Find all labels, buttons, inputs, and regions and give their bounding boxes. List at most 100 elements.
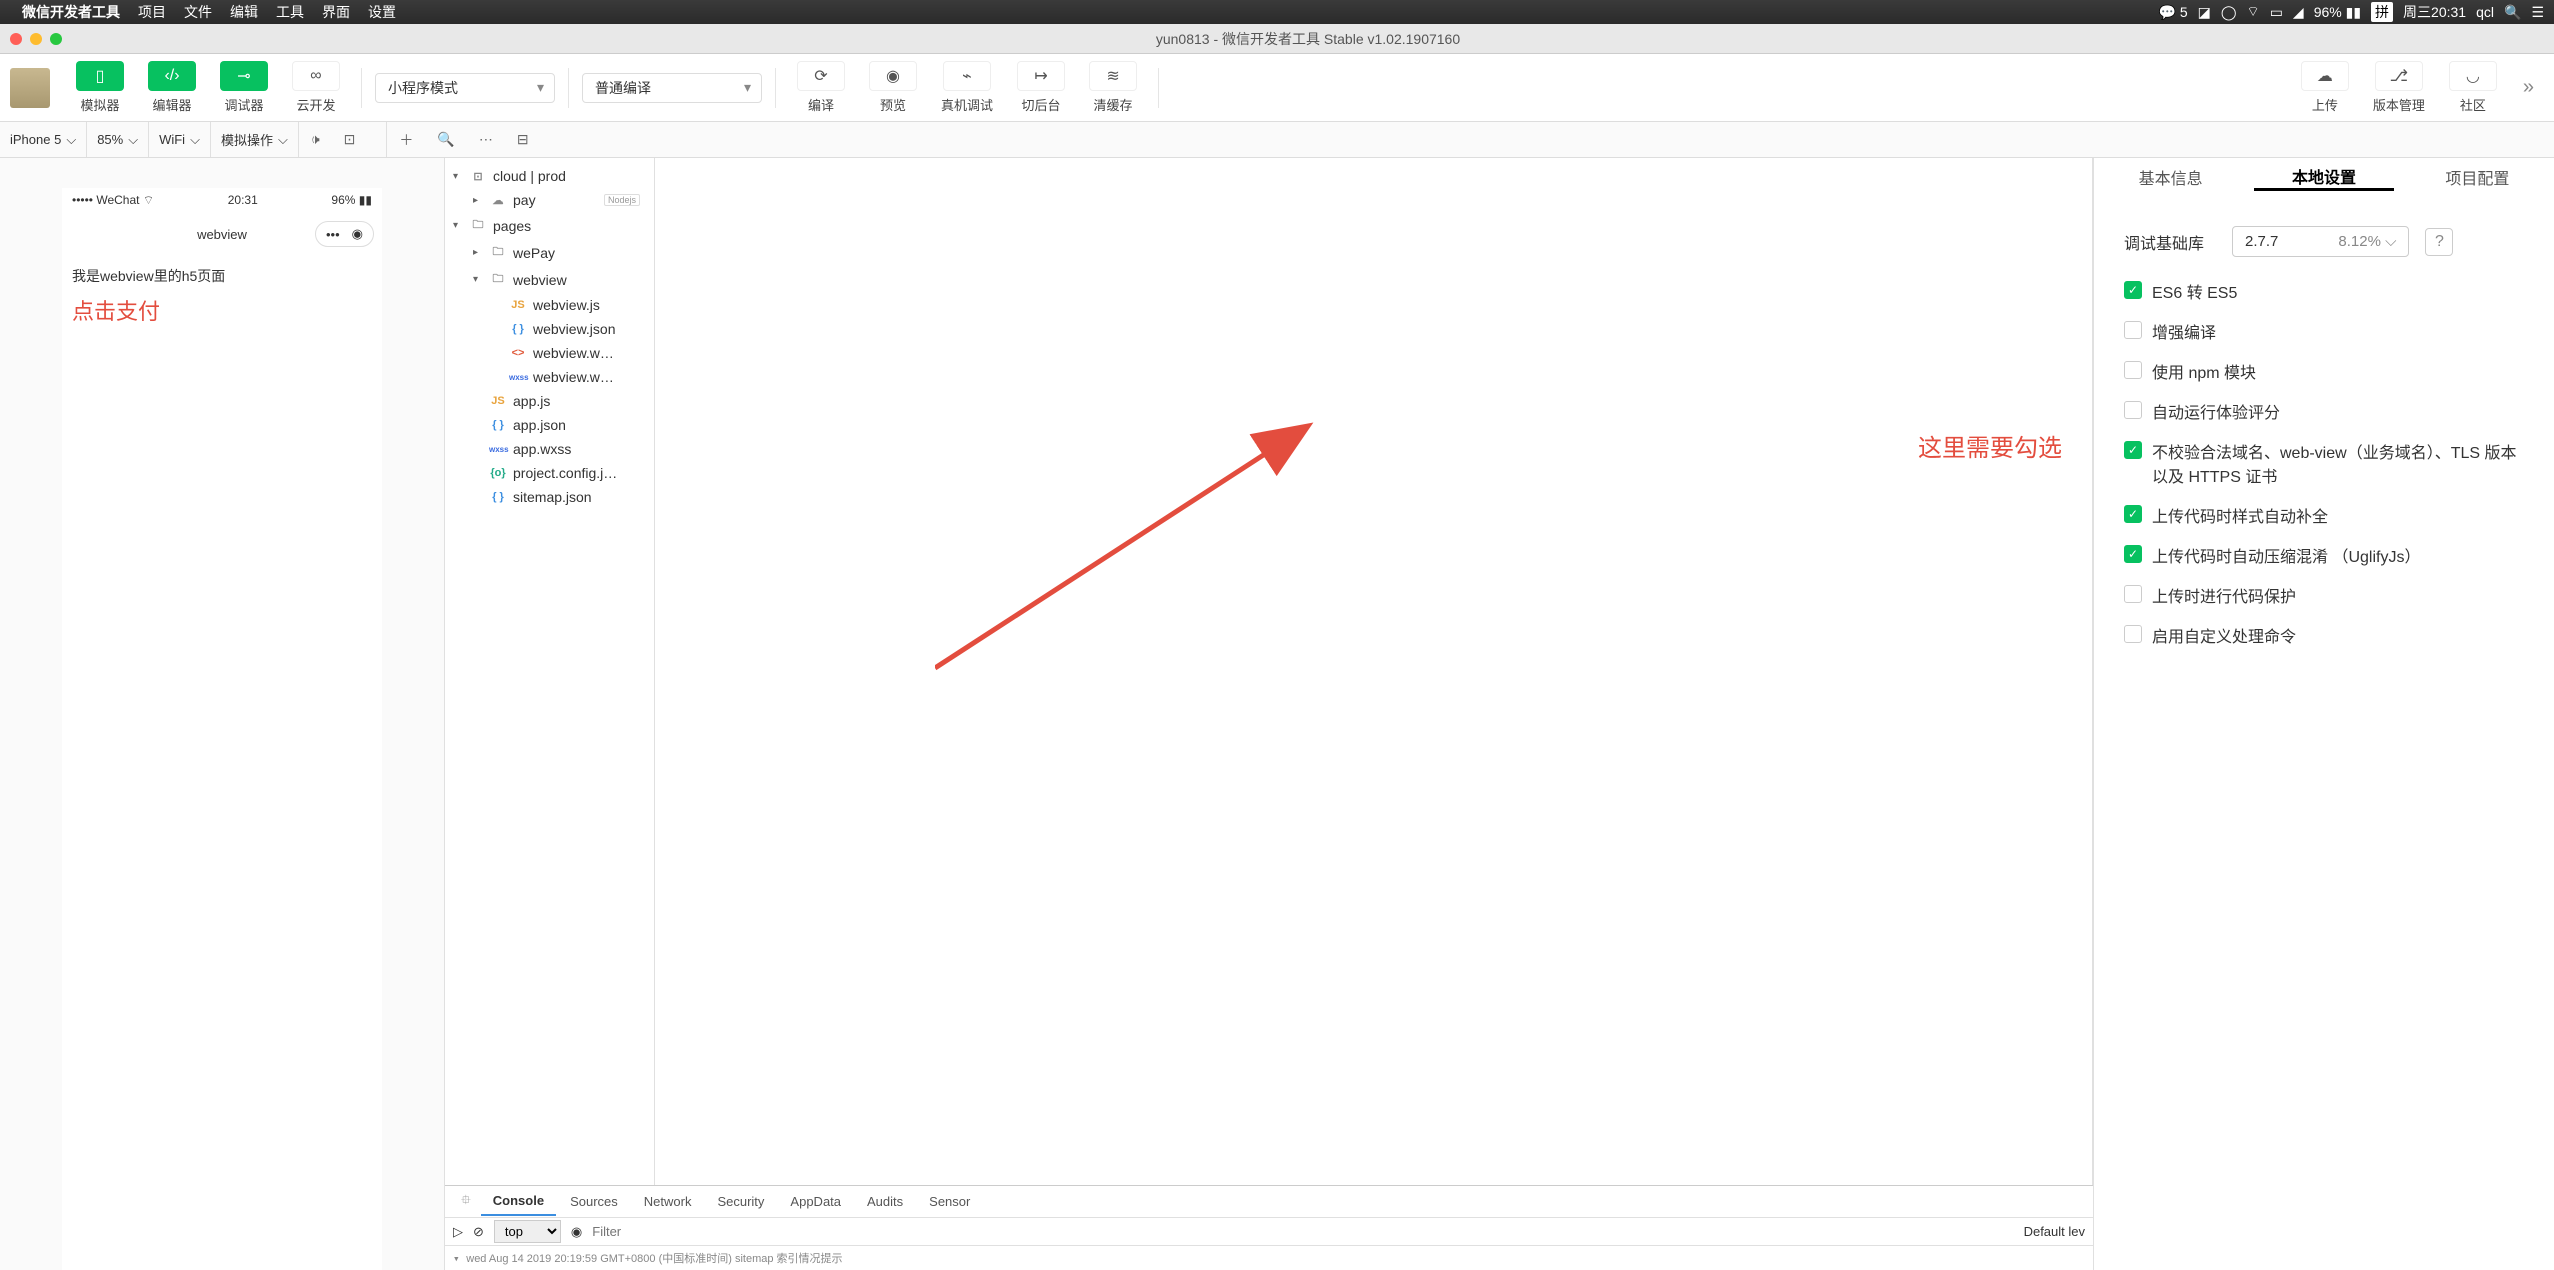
wifi-icon[interactable]: ⌔ (2247, 3, 2260, 21)
setting-check-6[interactable]: ✓上传代码时自动压缩混淆 （UglifyJs） (2124, 543, 2524, 567)
dock-icon[interactable]: ⊡ (332, 131, 368, 148)
preview-button[interactable]: ◉预览 (861, 61, 925, 114)
tab-local-settings[interactable]: 本地设置 (2247, 164, 2400, 201)
add-file-icon[interactable]: ＋ (387, 130, 425, 150)
tab-console[interactable]: Console (481, 1187, 556, 1216)
menu-project[interactable]: 项目 (138, 2, 166, 22)
checkbox-icon[interactable] (2124, 401, 2142, 419)
cloud-dev-button[interactable]: ∞云开发 (284, 61, 348, 114)
background-button[interactable]: ↦切后台 (1009, 61, 1073, 114)
tree-webview-js[interactable]: JSwebview.js (445, 293, 654, 317)
sim-action-select[interactable]: 模拟操作⌵ (211, 122, 299, 157)
tab-audits[interactable]: Audits (855, 1188, 915, 1215)
search-icon[interactable]: 🔍 (425, 131, 466, 148)
maximize-window-button[interactable] (50, 33, 62, 45)
tree-sitemap[interactable]: { }sitemap.json (445, 485, 654, 509)
setting-check-7[interactable]: 上传时进行代码保护 (2124, 583, 2524, 607)
filter-input[interactable] (592, 1224, 2013, 1239)
pay-link[interactable]: 点击支付 (72, 294, 372, 326)
upload-button[interactable]: ☁上传 (2293, 61, 2357, 114)
minimize-window-button[interactable] (30, 33, 42, 45)
tree-pay[interactable]: ▸☁payNodejs (445, 188, 654, 212)
tab-network[interactable]: Network (632, 1188, 704, 1215)
checkbox-icon[interactable]: ✓ (2124, 441, 2142, 459)
setting-check-8[interactable]: 启用自定义处理命令 (2124, 623, 2524, 647)
checkbox-icon[interactable] (2124, 585, 2142, 603)
tab-sources[interactable]: Sources (558, 1188, 630, 1215)
device-select[interactable]: iPhone 5⌵ (0, 122, 87, 157)
mode-select[interactable]: 小程序模式 (375, 73, 555, 103)
wechat-tray-icon[interactable]: 💬 5 (2158, 4, 2187, 21)
settings-icon[interactable]: ⊟ (505, 131, 541, 148)
tray-icon[interactable]: ◪ (2198, 4, 2211, 21)
version-button[interactable]: ⎇版本管理 (2365, 61, 2433, 114)
level-select[interactable]: Default lev (2024, 1224, 2085, 1239)
capsule-menu-icon[interactable]: ••• (326, 227, 340, 242)
setting-check-5[interactable]: ✓上传代码时样式自动补全 (2124, 503, 2524, 527)
menu-edit[interactable]: 编辑 (230, 2, 258, 22)
compile-mode-select[interactable]: 普通编译 (582, 73, 762, 103)
tab-appdata[interactable]: AppData (778, 1188, 853, 1215)
setting-check-4[interactable]: ✓不校验合法域名、web-view（业务域名）、TLS 版本以及 HTTPS 证… (2124, 439, 2524, 487)
tree-app-js[interactable]: JSapp.js (445, 389, 654, 413)
toolbar-more-button[interactable]: » (2513, 76, 2544, 99)
user-name[interactable]: qcl (2476, 4, 2494, 20)
checkbox-icon[interactable] (2124, 361, 2142, 379)
setting-check-2[interactable]: 使用 npm 模块 (2124, 359, 2524, 383)
clear-icon[interactable]: ⊘ (473, 1224, 484, 1240)
tree-app-wxss[interactable]: wxssapp.wxss (445, 437, 654, 461)
menu-file[interactable]: 文件 (184, 2, 212, 22)
project-avatar[interactable] (10, 68, 50, 108)
tree-pages[interactable]: ▾🗀pages (445, 212, 654, 239)
tree-webview[interactable]: ▾🗀webview (445, 266, 654, 293)
compile-button[interactable]: ⟳编译 (789, 61, 853, 114)
simulator-button[interactable]: ▯模拟器 (68, 61, 132, 114)
menu-settings[interactable]: 设置 (368, 2, 396, 22)
tree-root[interactable]: ▾⊡cloud | prod (445, 164, 654, 188)
checkbox-icon[interactable] (2124, 321, 2142, 339)
menu-list-icon[interactable]: ☰ (2531, 4, 2544, 21)
screen-icon-icon[interactable]: ▭ (2270, 4, 2283, 21)
editor-button[interactable]: ‹/›编辑器 (140, 61, 204, 114)
clear-cache-button[interactable]: ≋清缓存 (1081, 61, 1145, 114)
menu-interface[interactable]: 界面 (322, 2, 350, 22)
help-button[interactable]: ? (2425, 228, 2453, 256)
search-icon[interactable]: 🔍 (2504, 4, 2521, 21)
globe-icon[interactable]: ◯ (2221, 4, 2237, 21)
zoom-select[interactable]: 85%⌵ (87, 122, 149, 157)
context-select[interactable]: top (494, 1220, 561, 1243)
menu-app-name[interactable]: 微信开发者工具 (22, 2, 120, 22)
play-icon[interactable]: ▷ (453, 1224, 463, 1240)
checkbox-icon[interactable]: ✓ (2124, 281, 2142, 299)
tab-security[interactable]: Security (705, 1188, 776, 1215)
setting-check-1[interactable]: 增强编译 (2124, 319, 2524, 343)
tree-webview-json[interactable]: { }webview.json (445, 317, 654, 341)
tab-sensor[interactable]: Sensor (917, 1188, 982, 1215)
debugger-button[interactable]: ⊸调试器 (212, 61, 276, 114)
checkbox-icon[interactable]: ✓ (2124, 505, 2142, 523)
tree-project-config[interactable]: {o}project.config.j… (445, 461, 654, 485)
checkbox-icon[interactable]: ✓ (2124, 545, 2142, 563)
tree-webview-wxss[interactable]: wxsswebview.w… (445, 365, 654, 389)
ime-indicator[interactable]: 拼 (2371, 2, 2393, 22)
eye-icon[interactable]: ◉ (571, 1224, 582, 1240)
tree-wepay[interactable]: ▸🗀wePay (445, 239, 654, 266)
network-select[interactable]: WiFi⌵ (149, 122, 211, 157)
close-window-button[interactable] (10, 33, 22, 45)
more-icon[interactable]: ⋯ (467, 131, 505, 148)
mute-icon[interactable]: 🕩 (299, 131, 332, 148)
capsule-button[interactable]: ••• ◉ (315, 221, 374, 247)
remote-debug-button[interactable]: ⌁真机调试 (933, 61, 1001, 114)
menu-tool[interactable]: 工具 (276, 2, 304, 22)
community-button[interactable]: ◡社区 (2441, 61, 2505, 114)
setting-check-0[interactable]: ✓ES6 转 ES5 (2124, 279, 2524, 303)
base-lib-select[interactable]: 2.7.7 8.12% ⌵ (2232, 226, 2409, 257)
traffic-lights[interactable] (10, 33, 62, 45)
tab-project-config[interactable]: 项目配置 (2401, 165, 2554, 199)
setting-check-3[interactable]: 自动运行体验评分 (2124, 399, 2524, 423)
capsule-close-icon[interactable]: ◉ (352, 226, 363, 242)
tree-webview-wxml[interactable]: <>webview.w… (445, 341, 654, 365)
checkbox-icon[interactable] (2124, 625, 2142, 643)
volume-icon[interactable]: ◢ (2293, 4, 2304, 21)
tree-app-json[interactable]: { }app.json (445, 413, 654, 437)
